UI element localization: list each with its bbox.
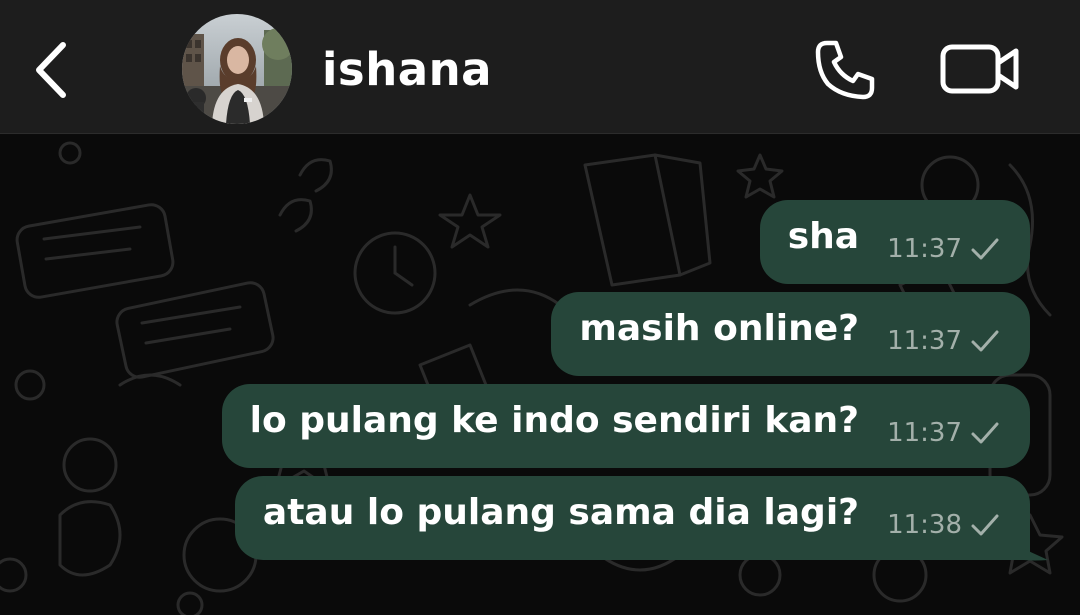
- avatar-photo: [182, 14, 292, 124]
- message-meta: 11:37: [887, 234, 1000, 264]
- message-meta: 11:37: [887, 326, 1000, 356]
- message-text: atau lo pulang sama dia lagi?: [262, 492, 860, 533]
- chevron-left-icon: [36, 42, 66, 98]
- message-bubble[interactable]: atau lo pulang sama dia lagi? 11:38: [234, 476, 1030, 560]
- video-camera-icon: [940, 44, 1019, 94]
- message-text: masih online?: [579, 308, 860, 349]
- message-time: 11:37: [887, 418, 962, 448]
- message-time: 11:37: [887, 234, 962, 264]
- single-check-icon: [970, 237, 1000, 261]
- single-check-icon: [970, 513, 1000, 537]
- message-bubble[interactable]: sha 11:37: [759, 200, 1030, 284]
- message-bubble[interactable]: lo pulang ke indo sendiri kan? 11:37: [221, 384, 1030, 468]
- chat-header: ishana: [0, 0, 1080, 134]
- message-text: lo pulang ke indo sendiri kan?: [249, 400, 860, 441]
- single-check-icon: [970, 329, 1000, 353]
- message-text: sha: [787, 216, 860, 257]
- voice-call-button[interactable]: [808, 34, 882, 106]
- chat-area[interactable]: sha 11:37 masih online? 11:37 lo pulang …: [0, 135, 1080, 615]
- back-button[interactable]: [22, 36, 78, 102]
- message-bubble[interactable]: masih online? 11:37: [551, 292, 1030, 376]
- message-meta: 11:38: [887, 510, 1000, 540]
- message-time: 11:37: [887, 326, 962, 356]
- message-meta: 11:37: [887, 418, 1000, 448]
- contact-name[interactable]: ishana: [322, 42, 492, 98]
- video-call-button[interactable]: [934, 36, 1026, 102]
- single-check-icon: [970, 421, 1000, 445]
- phone-icon: [815, 40, 875, 100]
- bubble-tail: [1024, 549, 1048, 561]
- contact-avatar[interactable]: [182, 14, 292, 124]
- message-time: 11:38: [887, 510, 962, 540]
